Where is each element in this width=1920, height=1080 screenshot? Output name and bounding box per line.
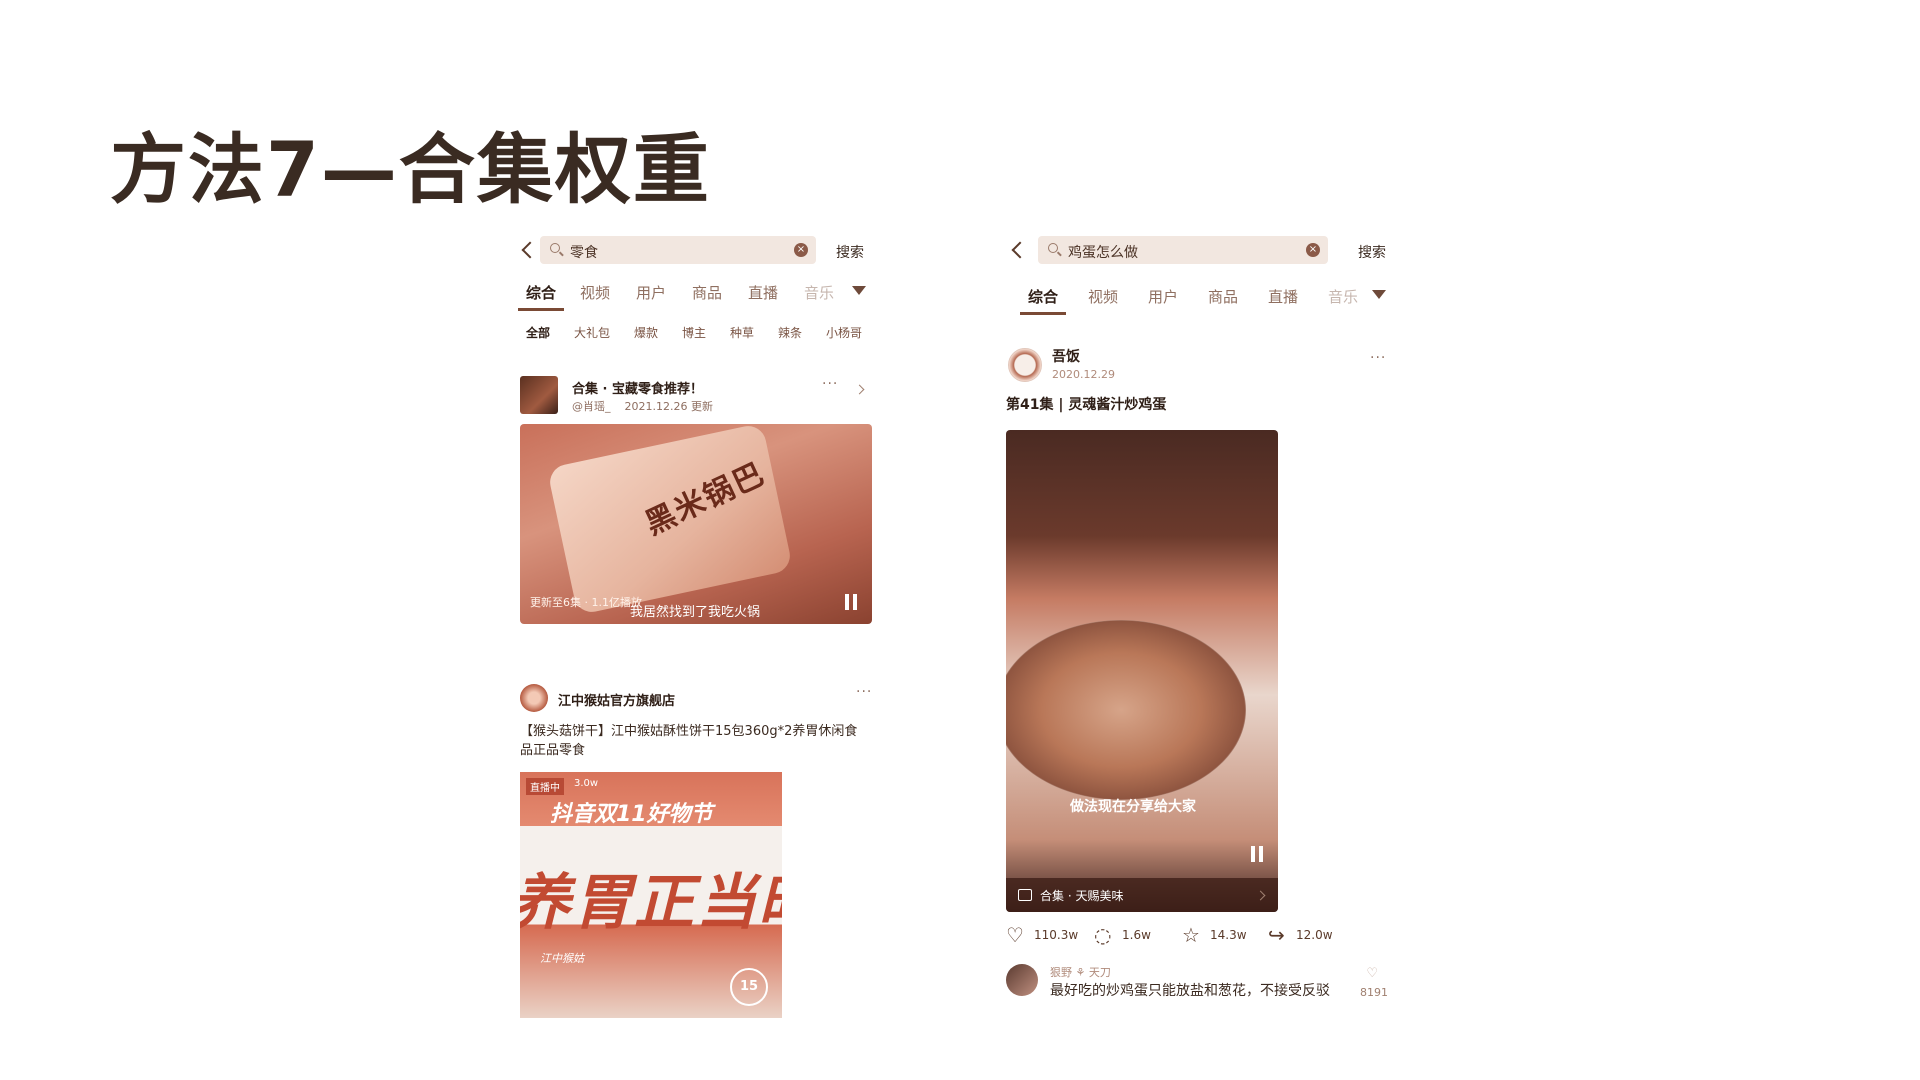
search-results-phone-eggs: 鸡蛋怎么做 × 搜索 综合 视频 用户 商品 直播 音乐 吾饭 2020.12.…	[1006, 228, 1396, 1018]
box-brand: 江中猴姑	[540, 952, 584, 965]
like-count: 110.3w	[1034, 928, 1079, 942]
collection-title: 合集 · 宝藏零食推荐！	[572, 382, 703, 397]
filter-chips: 全部 大礼包 爆款 博主 种草 辣条 小杨哥	[516, 320, 876, 346]
tab-users[interactable]: 用户	[1148, 286, 1178, 307]
slide-title: 方法7—合集权重	[110, 125, 711, 214]
search-icon	[1048, 243, 1058, 253]
chip-spicy-strip[interactable]: 辣条	[778, 324, 802, 341]
chip-seeding[interactable]: 种草	[730, 324, 754, 341]
chip-all[interactable]: 全部	[526, 324, 550, 341]
egg-dish-image	[1006, 620, 1246, 800]
chip-xiaoyangge[interactable]: 小杨哥	[826, 324, 862, 341]
tab-video[interactable]: 视频	[580, 282, 610, 303]
tab-live[interactable]: 直播	[748, 282, 778, 303]
more-icon[interactable]: ···	[822, 376, 838, 392]
chevron-right-icon	[1255, 890, 1266, 901]
comment-like-count: 8191	[1360, 986, 1388, 999]
chip-blogger[interactable]: 博主	[682, 324, 706, 341]
filter-icon[interactable]	[1372, 290, 1386, 299]
comment-icon: ◌	[1094, 923, 1112, 947]
chip-gift-pack[interactable]: 大礼包	[574, 324, 610, 341]
live-views: 3.0w	[574, 778, 599, 789]
search-query: 零食	[570, 245, 598, 261]
collection-author: @肖瑶_	[572, 400, 611, 413]
tab-users[interactable]: 用户	[636, 282, 666, 303]
heart-icon[interactable]: ♡	[1366, 966, 1378, 981]
share-count: 12.0w	[1296, 928, 1333, 942]
search-input[interactable]: 零食 ×	[540, 236, 816, 264]
search-input[interactable]: 鸡蛋怎么做 ×	[1038, 236, 1328, 264]
shop-name: 江中猴姑官方旗舰店	[558, 694, 676, 709]
tab-music[interactable]: 音乐	[1328, 286, 1358, 307]
box-number-badge: 15	[730, 968, 768, 1006]
shop-header[interactable]: 江中猴姑官方旗舰店 ···	[516, 684, 876, 716]
post-title: 第41集 | 灵魂酱汁炒鸡蛋	[1006, 397, 1167, 413]
collection-thumbnail	[520, 376, 558, 414]
product-title[interactable]: 【猴头菇饼干】江中猴姑酥性饼干15包360g*2养胃休闲食品正品零食	[520, 722, 870, 760]
video-subtitle: 我居然找到了我吃火锅	[630, 605, 761, 620]
author-name: 吾饭	[1052, 349, 1080, 365]
search-button[interactable]: 搜索	[836, 242, 864, 262]
collection-bar[interactable]: 合集 · 天赐美味	[1006, 878, 1278, 912]
search-bar: 零食 × 搜索	[516, 228, 876, 270]
video-subtitle: 做法现在分享给大家	[1070, 799, 1196, 815]
action-bar: ♡ 110.3w ◌ 1.6w ☆ 14.3w ↪ 12.0w	[1006, 924, 1396, 954]
banner-slogan: 养胃正当时	[520, 868, 782, 938]
shop-avatar	[520, 684, 548, 712]
live-stream-card[interactable]: 直播中 3.0w 抖音双11好物节 养胃正当时 江中猴姑 15	[520, 772, 782, 1018]
collection-icon	[1018, 889, 1032, 901]
search-query: 鸡蛋怎么做	[1068, 245, 1138, 261]
tab-products[interactable]: 商品	[1208, 286, 1238, 307]
more-icon[interactable]: ···	[856, 684, 872, 700]
banner-headline: 抖音双11好物节	[550, 802, 713, 827]
share-icon: ↪	[1268, 923, 1285, 947]
video-meta: 更新至6集 · 1.1亿播放	[530, 596, 642, 609]
collection-video[interactable]: 黑米锅巴 更新至6集 · 1.1亿播放 我居然找到了我吃火锅	[520, 424, 872, 624]
comment-text: 最好吃的炒鸡蛋只能放盐和葱花，不接受反驳	[1050, 983, 1330, 999]
tab-comprehensive[interactable]: 综合	[1019, 286, 1067, 315]
tab-video[interactable]: 视频	[1088, 286, 1118, 307]
clear-icon[interactable]: ×	[1306, 243, 1320, 257]
collection-header[interactable]: 合集 · 宝藏零食推荐！ @肖瑶_ 2021.12.26 更新 ···	[516, 376, 876, 420]
heart-icon: ♡	[1006, 923, 1024, 947]
post-date: 2020.12.29	[1052, 368, 1115, 381]
search-button[interactable]: 搜索	[1358, 242, 1386, 262]
search-bar: 鸡蛋怎么做 × 搜索	[1006, 228, 1396, 270]
comment-user: 狠野 ⚘ 天刀	[1050, 966, 1111, 979]
post-video[interactable]: 做法现在分享给大家 合集 · 天赐美味	[1006, 430, 1278, 912]
tab-comprehensive[interactable]: 综合	[517, 282, 565, 311]
live-badge: 直播中	[526, 778, 564, 795]
result-tabs: 综合 视频 用户 商品 直播 音乐	[516, 276, 876, 312]
comment-count: 1.6w	[1122, 928, 1151, 942]
tab-music[interactable]: 音乐	[804, 282, 834, 303]
result-tabs: 综合 视频 用户 商品 直播 音乐	[1006, 280, 1396, 316]
star-icon: ☆	[1182, 923, 1200, 947]
chip-hot[interactable]: 爆款	[634, 324, 658, 341]
top-comment[interactable]: 狠野 ⚘ 天刀 最好吃的炒鸡蛋只能放盐和葱花，不接受反驳 ♡ 8191	[1006, 964, 1396, 1008]
pause-icon[interactable]	[844, 594, 858, 610]
search-results-phone-snacks: 零食 × 搜索 综合 视频 用户 商品 直播 音乐 全部 大礼包 爆款 博主 种…	[516, 228, 876, 1018]
avatar	[1008, 348, 1042, 382]
avatar	[1006, 964, 1038, 996]
chevron-right-icon[interactable]	[854, 384, 865, 395]
tab-products[interactable]: 商品	[692, 282, 722, 303]
post-author[interactable]: 吾饭 2020.12.29 ···	[1006, 346, 1396, 390]
collection-bar-label: 合集 · 天赐美味	[1040, 889, 1124, 903]
tab-live[interactable]: 直播	[1268, 286, 1298, 307]
favorite-count: 14.3w	[1210, 928, 1247, 942]
chevron-left-icon[interactable]	[1011, 241, 1029, 259]
search-icon	[550, 243, 560, 253]
more-icon[interactable]: ···	[1370, 350, 1386, 366]
pause-icon[interactable]	[1250, 846, 1264, 862]
filter-icon[interactable]	[852, 286, 866, 295]
watermark-logo	[1630, 40, 1890, 110]
chevron-left-icon[interactable]	[521, 241, 539, 259]
collection-updated: 2021.12.26 更新	[624, 400, 713, 413]
clear-icon[interactable]: ×	[794, 243, 808, 257]
collection-meta: @肖瑶_ 2021.12.26 更新	[572, 398, 713, 414]
